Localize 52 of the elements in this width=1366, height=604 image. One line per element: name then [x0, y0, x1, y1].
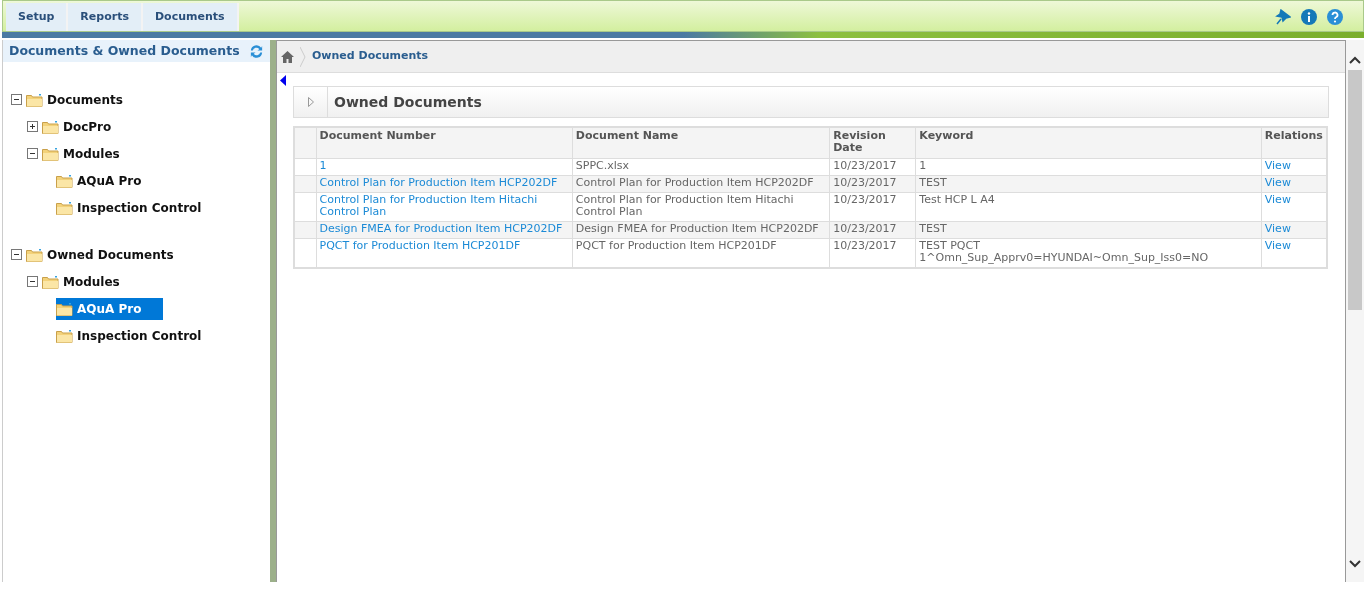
panel-title: Documents & Owned Documents	[9, 41, 240, 60]
tree-item[interactable]: Inspection Control	[56, 324, 206, 347]
tree-item[interactable]: Owned Documents	[26, 243, 178, 266]
breadcrumb-link[interactable]: Owned Documents	[312, 49, 429, 63]
folder-icon	[26, 247, 43, 262]
tree-item[interactable]: Modules	[42, 142, 124, 165]
table-cell: SPPC.xlsx	[572, 158, 830, 176]
tree-item[interactable]: Inspection Control	[56, 196, 206, 219]
tree-item[interactable]: AQuA Pro	[56, 297, 164, 320]
pin-icon[interactable]	[1275, 9, 1291, 25]
tree-item[interactable]: AQuA Pro	[56, 169, 146, 192]
column-header: Revision Date	[829, 127, 916, 158]
tree-item[interactable]: Modules	[42, 270, 124, 293]
column-header: Relations	[1261, 127, 1327, 158]
nav-tab[interactable]: Setup	[6, 3, 69, 31]
info-icon[interactable]	[1301, 9, 1317, 25]
tree-item[interactable]: Documents	[26, 88, 127, 111]
tree-toggle-icon[interactable]	[27, 121, 38, 132]
column-header: Document Name	[572, 127, 830, 158]
panel-title: Owned Documents	[333, 92, 482, 112]
folder-icon	[56, 200, 73, 215]
folder-icon	[56, 173, 73, 188]
scroll-thumb[interactable]	[1348, 70, 1362, 310]
folder-icon	[56, 301, 73, 316]
nav-tab[interactable]: Documents	[142, 3, 239, 31]
column-header: Keyword	[915, 127, 1262, 158]
table-cell: Test HCP L A4	[915, 192, 1262, 222]
tree-item[interactable]: DocPro	[42, 115, 116, 138]
table-cell: 1	[915, 158, 1262, 176]
folder-icon	[42, 119, 59, 134]
tree-toggle-icon[interactable]	[27, 276, 38, 287]
folder-icon	[42, 274, 59, 289]
scrollbar[interactable]	[1346, 40, 1364, 582]
collapse-arrow-icon[interactable]	[280, 75, 286, 86]
folder-icon	[26, 92, 43, 107]
help-icon[interactable]	[1327, 9, 1343, 25]
tree-toggle-icon[interactable]	[11, 94, 22, 105]
column-header: Document Number	[316, 127, 573, 158]
table-cell: 10/23/2017	[829, 192, 916, 222]
expand-arrow-icon[interactable]	[307, 97, 314, 107]
tree-toggle-icon[interactable]	[11, 249, 22, 260]
tree-toggle-icon[interactable]	[27, 148, 38, 159]
breadcrumb-separator-icon	[300, 46, 306, 67]
folder-icon	[56, 328, 73, 343]
scroll-up-icon[interactable]	[1349, 56, 1361, 64]
scroll-down-icon[interactable]	[1349, 560, 1361, 568]
table-cell: 10/23/2017	[829, 158, 916, 176]
folder-icon	[42, 146, 59, 161]
table-cell: Control Plan for Production Item Hitachi Control Plan	[572, 192, 830, 222]
home-icon[interactable]	[281, 50, 294, 63]
nav-tab[interactable]: Reports	[68, 3, 143, 31]
refresh-icon[interactable]	[249, 43, 264, 59]
